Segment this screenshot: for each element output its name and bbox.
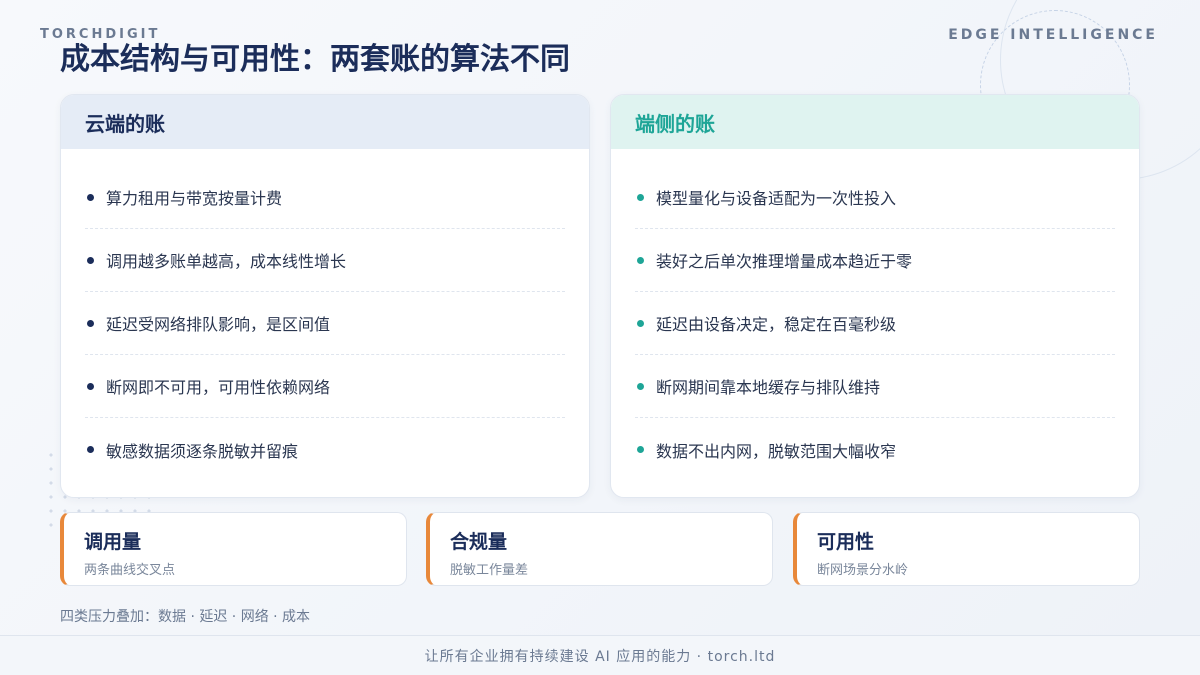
edge-card-heading: 端侧的账: [611, 95, 1139, 149]
list-item-text: 调用越多账单越高，成本线性增长: [106, 252, 347, 271]
footer-slogan: 让所有企业拥有持续建设 AI 应用的能力 · torch.ltd: [0, 635, 1200, 675]
list-item: 敏感数据须逐条脱敏并留痕: [85, 418, 565, 481]
bullet-dot: [637, 319, 644, 327]
list-item-text: 模型量化与设备适配为一次性投入: [656, 189, 897, 208]
list-item: 模型量化与设备适配为一次性投入: [635, 166, 1115, 229]
list-item-text: 延迟由设备决定，稳定在百毫秒级: [656, 315, 897, 334]
list-item: 调用越多账单越高，成本线性增长: [85, 229, 565, 292]
metric-card-call-volume: 调用量 两条曲线交叉点: [60, 512, 407, 586]
page-title: 成本结构与可用性：两套账的算法不同: [60, 42, 570, 77]
bullet-dot: [637, 193, 644, 201]
edge-cost-list: 模型量化与设备适配为一次性投入 装好之后单次推理增量成本趋近于零 延迟由设备决定…: [611, 166, 1139, 481]
list-item-text: 敏感数据须逐条脱敏并留痕: [106, 441, 299, 461]
list-item-text: 装好之后单次推理增量成本趋近于零: [656, 252, 913, 271]
metric-title: 合规量: [450, 531, 508, 553]
list-item: 断网期间靠本地缓存与排队维持: [635, 355, 1115, 418]
footnote: 四类压力叠加：数据 · 延迟 · 网络 · 成本: [60, 609, 311, 625]
list-item-text: 断网即不可用，可用性依赖网络: [106, 378, 331, 397]
cloud-card-heading: 云端的账: [61, 95, 589, 149]
bullet-dot: [637, 446, 644, 453]
bullet-dot: [87, 446, 94, 453]
metric-title: 调用量: [84, 531, 142, 553]
bullet-dot: [87, 256, 94, 264]
metric-subtitle: 脱敏工作量差: [450, 563, 529, 578]
cloud-cost-card: 云端的账 算力租用与带宽按量计费 调用越多账单越高，成本线性增长 延迟受网络排队…: [60, 94, 590, 498]
list-item-text: 算力租用与带宽按量计费: [106, 189, 283, 208]
list-item-text: 延迟受网络排队影响，是区间值: [106, 315, 331, 334]
metric-subtitle: 断网场景分水岭: [817, 563, 909, 578]
metric-card-compliance: 合规量 脱敏工作量差: [426, 512, 773, 586]
bullet-dot: [637, 382, 644, 390]
bullet-dot: [87, 382, 94, 390]
list-item: 装好之后单次推理增量成本趋近于零: [635, 229, 1115, 292]
metric-subtitle: 两条曲线交叉点: [84, 563, 176, 578]
list-item-text: 数据不出内网，脱敏范围大幅收窄: [656, 441, 897, 461]
list-item: 算力租用与带宽按量计费: [85, 166, 565, 229]
edge-cost-card: 端侧的账 模型量化与设备适配为一次性投入 装好之后单次推理增量成本趋近于零 延迟…: [610, 94, 1140, 498]
list-item: 延迟由设备决定，稳定在百毫秒级: [635, 292, 1115, 355]
metric-card-availability: 可用性 断网场景分水岭: [793, 512, 1140, 586]
list-item: 延迟受网络排队影响，是区间值: [85, 292, 565, 355]
bullet-dot: [637, 256, 644, 264]
list-item: 数据不出内网，脱敏范围大幅收窄: [635, 418, 1115, 481]
metric-title: 可用性: [817, 531, 875, 553]
list-item-text: 断网期间靠本地缓存与排队维持: [656, 378, 881, 397]
list-item: 断网即不可用，可用性依赖网络: [85, 355, 565, 418]
bullet-dot: [87, 319, 94, 327]
bullet-dot: [87, 193, 94, 201]
brand-tagline: EDGE INTELLIGENCE: [948, 27, 1158, 43]
cloud-cost-list: 算力租用与带宽按量计费 调用越多账单越高，成本线性增长 延迟受网络排队影响，是区…: [61, 166, 589, 481]
